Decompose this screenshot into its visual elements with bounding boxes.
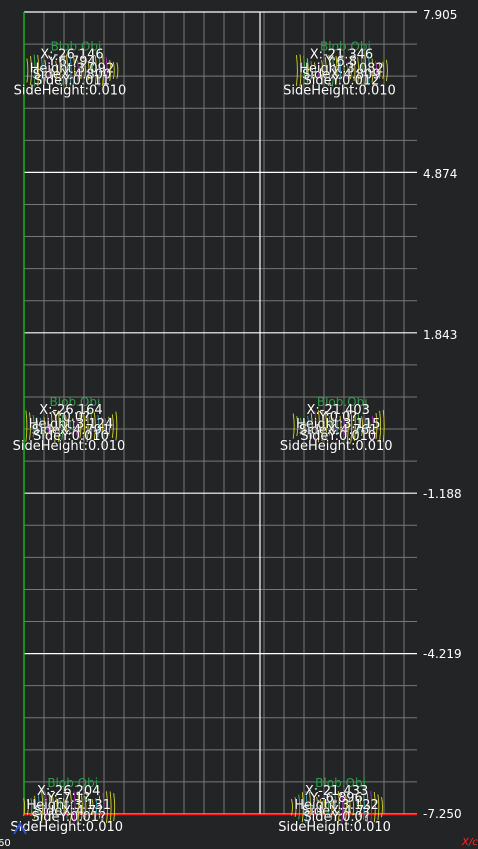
measurement-line: SideHeight:0.010	[278, 820, 391, 835]
blob-group[interactable]: Blob.ObjX:-21.433Y:-6.896Height:3.122Sid…	[278, 776, 391, 835]
y-axis-label-4: -1.188	[423, 487, 462, 501]
y-axis-label-1: 7.905	[423, 8, 458, 22]
blob-group[interactable]: Blob.ObjX:-21.346Y:6.8Height:3.082SideX:…	[283, 39, 396, 98]
blob-group[interactable]: Blob.ObjX:-21.403Y:0.0?Height:3.115SideX…	[280, 395, 393, 454]
measurement-line: SideHeight:0.010	[283, 83, 396, 98]
profile-stroke	[116, 62, 119, 79]
blob-group[interactable]: Blob.ObjX:-26.164Y:0.0?Height:3.124SideX…	[12, 395, 126, 454]
plot-canvas[interactable]: Blob.ObjX:-26.146Y:6.794Height:3.092Side…	[0, 0, 478, 848]
blob-group[interactable]: Blob.ObjX:-26.146Y:6.794Height:3.092Side…	[13, 39, 127, 98]
profile-stroke	[26, 58, 29, 83]
profile-stroke	[113, 793, 116, 822]
profile-stroke	[291, 798, 293, 816]
measurement-viewport[interactable]: Blob.Obj X:-26.146 Y:6.794 Height:3.092 Side…	[0, 0, 478, 849]
profile-stroke	[295, 55, 298, 86]
x-axis-corner-label: X/c	[462, 837, 478, 848]
measurement-line: SideHeight:0.010	[10, 820, 123, 835]
y-axis-label-6: -7.250	[423, 807, 462, 821]
measurement-line: SideHeight:0.010	[280, 439, 393, 454]
profile-stroke	[115, 411, 118, 441]
profile-stroke	[292, 413, 295, 439]
y-axis-label-5: -4.219	[423, 647, 462, 661]
profile-stroke	[385, 59, 388, 82]
profile-stroke	[25, 410, 28, 442]
y-axis-label-3: 1.843	[423, 328, 458, 342]
y-axis-label-2: 4.874	[423, 167, 458, 181]
blob-groups: Blob.ObjX:-26.146Y:6.794Height:3.092Side…	[10, 39, 396, 835]
profile-stroke	[381, 797, 383, 818]
measurement-line: SideHeight:0.010	[13, 439, 126, 454]
blob-group[interactable]: Blob.ObjX:-26.204Y:-7.1?Height:3.131Side…	[10, 776, 123, 835]
measurement-line: SideHeight:0.010	[14, 83, 127, 98]
origin-label: 60	[0, 838, 11, 849]
